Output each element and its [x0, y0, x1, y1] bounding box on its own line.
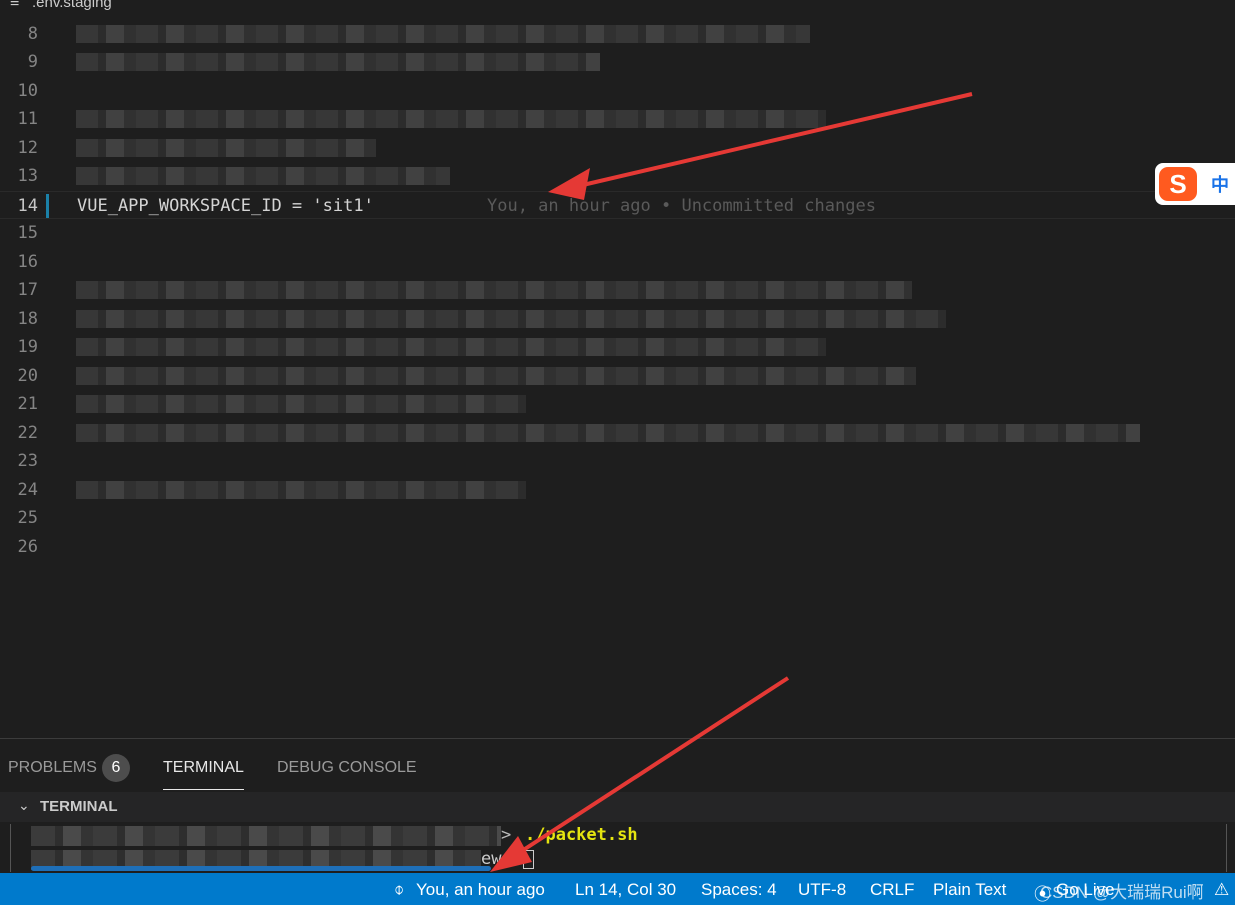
code-line[interactable]: 10 — [0, 77, 1235, 105]
line-number: 12 — [17, 138, 38, 158]
status-encoding[interactable]: UTF-8 — [798, 880, 846, 900]
blurred-code — [76, 395, 526, 413]
code-text[interactable]: VUE_APP_WORKSPACE_ID = 'sit1' — [77, 192, 374, 220]
status-indentation[interactable]: Spaces: 4 — [701, 880, 777, 900]
code-line[interactable]: 18 — [0, 305, 1235, 333]
code-line[interactable]: 24 — [0, 476, 1235, 504]
blurred-code — [76, 424, 1140, 442]
blurred-code — [76, 338, 826, 356]
line-number: 21 — [17, 394, 38, 414]
code-line[interactable]: 13 — [0, 162, 1235, 190]
terminal-title: TERMINAL — [40, 798, 118, 815]
blurred-code — [76, 53, 600, 71]
line-number: 22 — [17, 423, 38, 443]
blurred-terminal-text — [31, 826, 501, 846]
git-commit-icon: ⌽ — [394, 880, 405, 899]
file-name[interactable]: .env.staging — [32, 0, 112, 11]
status-cursor-position[interactable]: Ln 14, Col 30 — [575, 880, 676, 900]
line-number: 26 — [17, 537, 38, 557]
prompt-symbol: > — [501, 825, 512, 845]
blurred-code — [76, 281, 912, 299]
status-git-blame[interactable]: You, an hour ago — [416, 880, 545, 900]
bottom-panel: PROBLEMS 6 TERMINAL DEBUG CONSOLE ⌄ TERM… — [0, 738, 1235, 874]
line-number: 24 — [17, 480, 38, 500]
blurred-code — [76, 25, 810, 43]
line-number: 20 — [17, 366, 38, 386]
line-number: 25 — [17, 508, 38, 528]
code-line[interactable]: 21 — [0, 390, 1235, 418]
line-number: 23 — [17, 451, 38, 471]
code-line[interactable]: 8 — [0, 20, 1235, 48]
code-line[interactable]: 25 — [0, 504, 1235, 532]
status-bar: ⌽ You, an hour ago Ln 14, Col 30 Spaces:… — [0, 873, 1235, 905]
line-number: 16 — [17, 252, 38, 272]
code-line[interactable]: 11 — [0, 105, 1235, 133]
line-number: 9 — [27, 52, 38, 72]
blurred-code — [76, 310, 946, 328]
code-line[interactable]: 19 — [0, 333, 1235, 361]
watermark-text: CSDN @大瑞瑞Rui啊 — [1040, 883, 1204, 902]
ime-indicator[interactable]: S 中 — [1155, 163, 1235, 205]
code-line[interactable]: 26 — [0, 533, 1235, 561]
git-blame-annotation: You, an hour ago • Uncommitted changes — [487, 196, 876, 216]
chevron-down-icon[interactable]: ⌄ — [18, 798, 30, 814]
tab-terminal[interactable]: TERMINAL — [163, 757, 244, 790]
line-number: 14 — [17, 196, 38, 216]
line-number: 11 — [17, 109, 38, 129]
status-language-mode[interactable]: Plain Text — [933, 880, 1006, 900]
code-line[interactable]: 23 — [0, 447, 1235, 475]
code-line[interactable]: 20 — [0, 362, 1235, 390]
terminal-header[interactable]: ⌄ TERMINAL — [0, 792, 1235, 822]
code-line[interactable]: 16 — [0, 248, 1235, 276]
blurred-code — [76, 110, 826, 128]
warning-icon[interactable]: ⚠ — [1214, 880, 1229, 900]
blurred-code — [76, 139, 376, 157]
line-number: 8 — [27, 24, 38, 44]
line-number: 15 — [17, 223, 38, 243]
code-line[interactable]: 9 — [0, 48, 1235, 76]
line-number: 17 — [17, 280, 38, 300]
tab-problems[interactable]: PROBLEMS — [8, 757, 97, 789]
terminal-cursor — [523, 850, 534, 869]
line-number: 18 — [17, 309, 38, 329]
code-line[interactable]: 12 — [0, 134, 1235, 162]
status-eol[interactable]: CRLF — [870, 880, 914, 900]
blurred-code — [76, 367, 916, 385]
code-line[interactable]: 22 — [0, 419, 1235, 447]
problems-count-badge: 6 — [102, 754, 130, 782]
code-line[interactable]: 17 — [0, 276, 1235, 304]
blurred-code — [76, 481, 526, 499]
ime-mode-label[interactable]: 中 — [1211, 171, 1229, 197]
code-line[interactable]: 15 — [0, 219, 1235, 247]
tab-debug-console[interactable]: DEBUG CONSOLE — [277, 757, 417, 789]
breadcrumb: ≡ .env.staging — [0, 0, 1235, 16]
git-modified-gutter-marker[interactable] — [46, 194, 49, 218]
line-number: 10 — [17, 81, 38, 101]
terminal-command: ./packet.sh — [525, 825, 638, 845]
terminal-body[interactable]: > ./packet.sh ew — [10, 824, 1227, 872]
line-number: 19 — [17, 337, 38, 357]
line-number: 13 — [17, 166, 38, 186]
code-editor[interactable]: 8 9 10 11 12 13 14 VUE_APP_WORKSPACE_ID … — [0, 20, 1235, 735]
menu-lines-icon: ≡ — [10, 0, 20, 11]
blurred-code — [76, 167, 450, 185]
active-code-line[interactable]: 14 VUE_APP_WORKSPACE_ID = 'sit1' You, an… — [0, 191, 1235, 219]
highlight-stroke — [31, 866, 491, 871]
sogou-logo-icon: S — [1159, 167, 1197, 201]
